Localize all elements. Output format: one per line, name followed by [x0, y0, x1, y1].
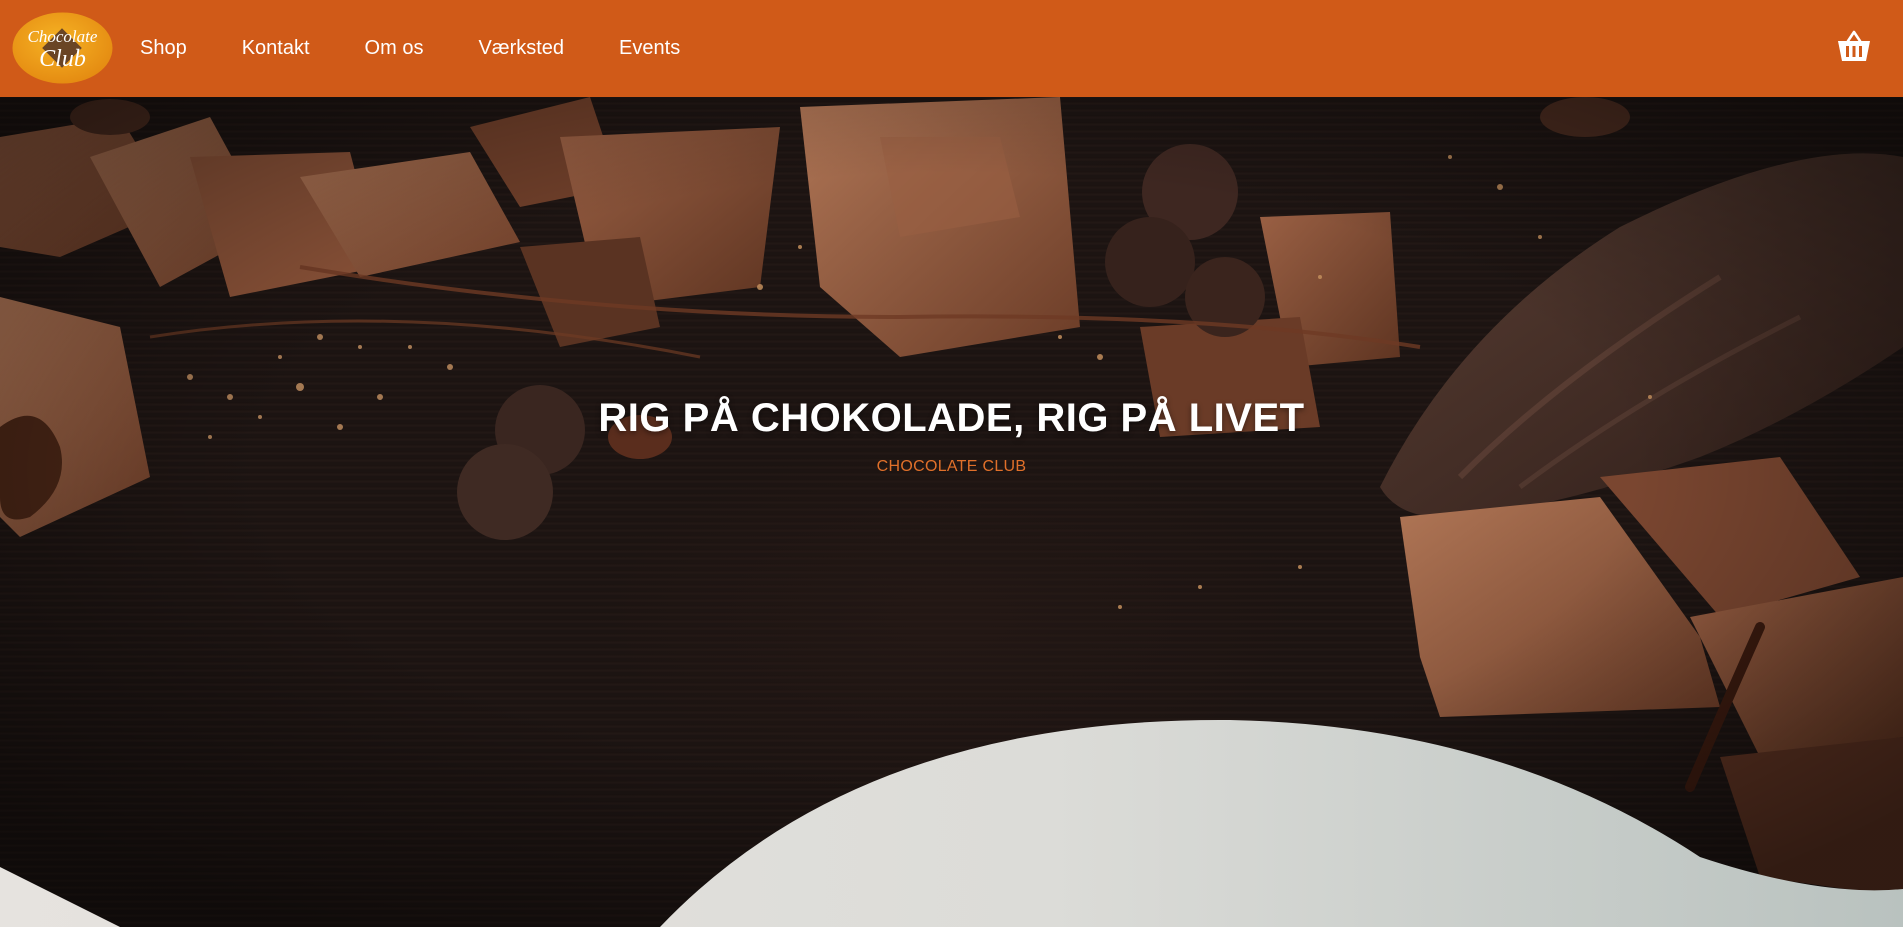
logo-badge-icon: Chocolate Club — [12, 12, 113, 84]
hero-banner: RIG PÅ CHOKOLADE, RIG PÅ LIVET CHOCOLATE… — [0, 97, 1903, 927]
hero-title: RIG PÅ CHOKOLADE, RIG PÅ LIVET — [598, 395, 1305, 440]
chocolate-club-logo[interactable]: Chocolate Club — [12, 12, 113, 84]
hero-subtitle: CHOCOLATE CLUB — [876, 458, 1027, 475]
logo-text-line1: Chocolate — [28, 27, 98, 46]
top-navigation-bar: Chocolate Club Shop Kontakt Om os Værkst… — [0, 0, 1903, 97]
main-nav: Shop Kontakt Om os Værksted Events — [140, 0, 735, 97]
basket-icon — [1838, 30, 1870, 61]
nav-item-om-os[interactable]: Om os — [365, 37, 424, 60]
hero-background-image — [0, 97, 1903, 927]
cart-button[interactable] — [1835, 28, 1873, 66]
nav-item-vaerksted[interactable]: Værksted — [478, 37, 564, 60]
logo-text-line2: Club — [39, 46, 86, 72]
nav-item-shop[interactable]: Shop — [140, 37, 187, 60]
nav-item-events[interactable]: Events — [619, 37, 680, 60]
nav-item-kontakt[interactable]: Kontakt — [242, 37, 310, 60]
page: Chocolate Club Shop Kontakt Om os Værkst… — [0, 0, 1903, 927]
